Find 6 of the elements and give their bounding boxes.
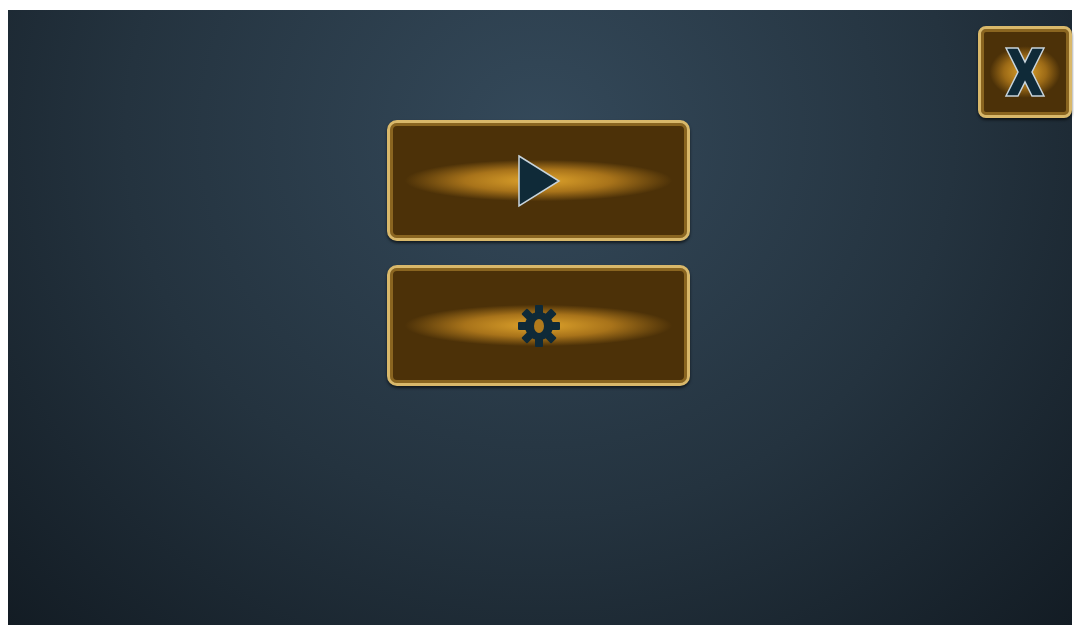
close-icon [1002, 44, 1048, 100]
close-button[interactable] [978, 26, 1072, 118]
settings-button[interactable] [387, 265, 690, 386]
play-icon [516, 153, 561, 208]
settings-icon [516, 303, 561, 348]
play-button[interactable] [387, 120, 690, 241]
